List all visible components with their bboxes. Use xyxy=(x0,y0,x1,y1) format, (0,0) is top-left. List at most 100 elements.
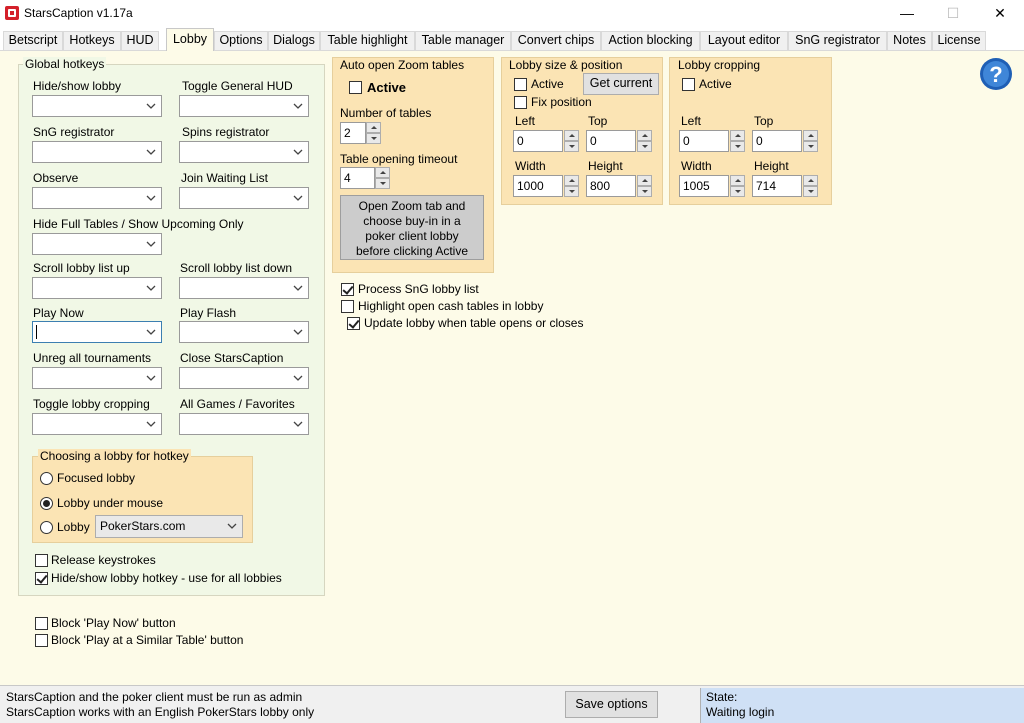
update-lobby-label: Update lobby when table opens or closes xyxy=(364,316,584,330)
lobby-left-spinner[interactable] xyxy=(564,130,579,152)
tab-table-manager[interactable]: Table manager xyxy=(415,31,511,50)
lobby-select-value: PokerStars.com xyxy=(100,519,186,533)
spin-up-icon[interactable] xyxy=(637,175,652,186)
block-play-now-checkbox[interactable] xyxy=(35,617,48,630)
spin-down-icon[interactable] xyxy=(730,141,745,152)
timeout-spinner[interactable] xyxy=(375,167,390,189)
lobby-left-input[interactable]: 0 xyxy=(513,130,563,152)
cropping-active-checkbox[interactable] xyxy=(682,78,695,91)
crop-width-spinner[interactable] xyxy=(730,175,745,197)
all-games-favorites-combo[interactable] xyxy=(179,413,309,435)
lobby-top-spinner[interactable] xyxy=(637,130,652,152)
scroll-lobby-up-combo[interactable] xyxy=(32,277,162,299)
auto-zoom-active-label: Active xyxy=(367,80,407,95)
crop-top-input[interactable]: 0 xyxy=(752,130,802,152)
crop-top-spinner[interactable] xyxy=(803,130,818,152)
width-label: Width xyxy=(681,159,712,173)
lobby-width-input[interactable]: 1000 xyxy=(513,175,563,197)
lobby-size-active-checkbox[interactable] xyxy=(514,78,527,91)
spin-up-icon[interactable] xyxy=(564,175,579,186)
highlight-cash-checkbox[interactable] xyxy=(341,300,354,313)
spin-up-icon[interactable] xyxy=(730,175,745,186)
toggle-general-hud-combo[interactable] xyxy=(179,95,309,117)
lobby-under-mouse-radio[interactable] xyxy=(40,497,53,510)
release-keystrokes-checkbox[interactable] xyxy=(35,554,48,567)
hide-full-tables-combo[interactable] xyxy=(32,233,162,255)
timeout-input[interactable]: 4 xyxy=(340,167,375,189)
tab-layout-editor[interactable]: Layout editor xyxy=(700,31,788,50)
spin-down-icon[interactable] xyxy=(637,141,652,152)
crop-height-input[interactable]: 714 xyxy=(752,175,802,197)
spin-down-icon[interactable] xyxy=(375,178,390,189)
update-lobby-checkbox[interactable] xyxy=(347,317,360,330)
crop-width-input[interactable]: 1005 xyxy=(679,175,729,197)
get-current-button[interactable]: Get current xyxy=(583,73,659,95)
lobby-top-input[interactable]: 0 xyxy=(586,130,636,152)
join-waiting-list-combo[interactable] xyxy=(179,187,309,209)
spin-down-icon[interactable] xyxy=(564,186,579,197)
question-mark-icon[interactable]: ? xyxy=(979,57,1013,91)
spin-up-icon[interactable] xyxy=(803,175,818,186)
auto-zoom-active-checkbox[interactable] xyxy=(349,81,362,94)
lobby-radio[interactable] xyxy=(40,521,53,534)
hide-show-lobby-combo[interactable] xyxy=(32,95,162,117)
spin-down-icon[interactable] xyxy=(637,186,652,197)
unreg-all-tournaments-combo[interactable] xyxy=(32,367,162,389)
lobby-height-input[interactable]: 800 xyxy=(586,175,636,197)
hide-show-all-lobbies-checkbox[interactable] xyxy=(35,572,48,585)
spin-up-icon[interactable] xyxy=(637,130,652,141)
observe-combo[interactable] xyxy=(32,187,162,209)
spin-up-icon[interactable] xyxy=(564,130,579,141)
spin-down-icon[interactable] xyxy=(366,133,381,144)
close-starscaption-combo[interactable] xyxy=(179,367,309,389)
spin-up-icon[interactable] xyxy=(730,130,745,141)
tab-convert-chips[interactable]: Convert chips xyxy=(511,31,601,50)
num-tables-spinner[interactable] xyxy=(366,122,381,144)
sng-registrator-combo[interactable] xyxy=(32,141,162,163)
fix-position-checkbox[interactable] xyxy=(514,96,527,109)
spin-up-icon[interactable] xyxy=(803,130,818,141)
tab-hotkeys[interactable]: Hotkeys xyxy=(63,31,121,50)
chevron-down-icon xyxy=(293,375,303,381)
spin-down-icon[interactable] xyxy=(803,141,818,152)
spin-down-icon[interactable] xyxy=(730,186,745,197)
close-button[interactable]: ✕ xyxy=(977,0,1023,28)
toggle-lobby-cropping-combo[interactable] xyxy=(32,413,162,435)
spin-up-icon[interactable] xyxy=(366,122,381,133)
text-caret xyxy=(36,325,37,339)
focused-lobby-radio[interactable] xyxy=(40,472,53,485)
maximize-button[interactable]: ☐ xyxy=(930,0,976,28)
play-flash-combo[interactable] xyxy=(179,321,309,343)
tab-options[interactable]: Options xyxy=(214,31,268,50)
crop-height-spinner[interactable] xyxy=(803,175,818,197)
crop-left-spinner[interactable] xyxy=(730,130,745,152)
tab-dialogs[interactable]: Dialogs xyxy=(268,31,320,50)
play-now-combo[interactable] xyxy=(32,321,162,343)
spins-registrator-combo[interactable] xyxy=(179,141,309,163)
spin-down-icon[interactable] xyxy=(803,186,818,197)
minimize-button[interactable]: — xyxy=(884,0,930,28)
lobby-select[interactable]: PokerStars.com xyxy=(95,515,243,538)
scroll-lobby-down-combo[interactable] xyxy=(179,277,309,299)
open-zoom-hint-button[interactable]: Open Zoom tab and choose buy-in in a pok… xyxy=(340,195,484,260)
tab-lobby[interactable]: Lobby xyxy=(166,28,214,51)
spin-down-icon[interactable] xyxy=(564,141,579,152)
focused-lobby-label: Focused lobby xyxy=(57,471,136,485)
tab-table-highlight[interactable]: Table highlight xyxy=(320,31,415,50)
tab-hud[interactable]: HUD xyxy=(121,31,159,50)
tab-sng-registrator[interactable]: SnG registrator xyxy=(788,31,887,50)
tab-license[interactable]: License xyxy=(932,31,986,50)
hotkey-label: Toggle General HUD xyxy=(182,79,293,93)
top-label: Top xyxy=(588,114,608,128)
process-sng-checkbox[interactable] xyxy=(341,283,354,296)
save-options-button[interactable]: Save options xyxy=(565,691,658,718)
lobby-height-spinner[interactable] xyxy=(637,175,652,197)
spin-up-icon[interactable] xyxy=(375,167,390,178)
crop-left-input[interactable]: 0 xyxy=(679,130,729,152)
tab-betscript[interactable]: Betscript xyxy=(3,31,63,50)
tab-action-blocking[interactable]: Action blocking xyxy=(601,31,700,50)
tab-notes[interactable]: Notes xyxy=(887,31,932,50)
num-tables-input[interactable]: 2 xyxy=(340,122,366,144)
lobby-width-spinner[interactable] xyxy=(564,175,579,197)
block-similar-table-checkbox[interactable] xyxy=(35,634,48,647)
